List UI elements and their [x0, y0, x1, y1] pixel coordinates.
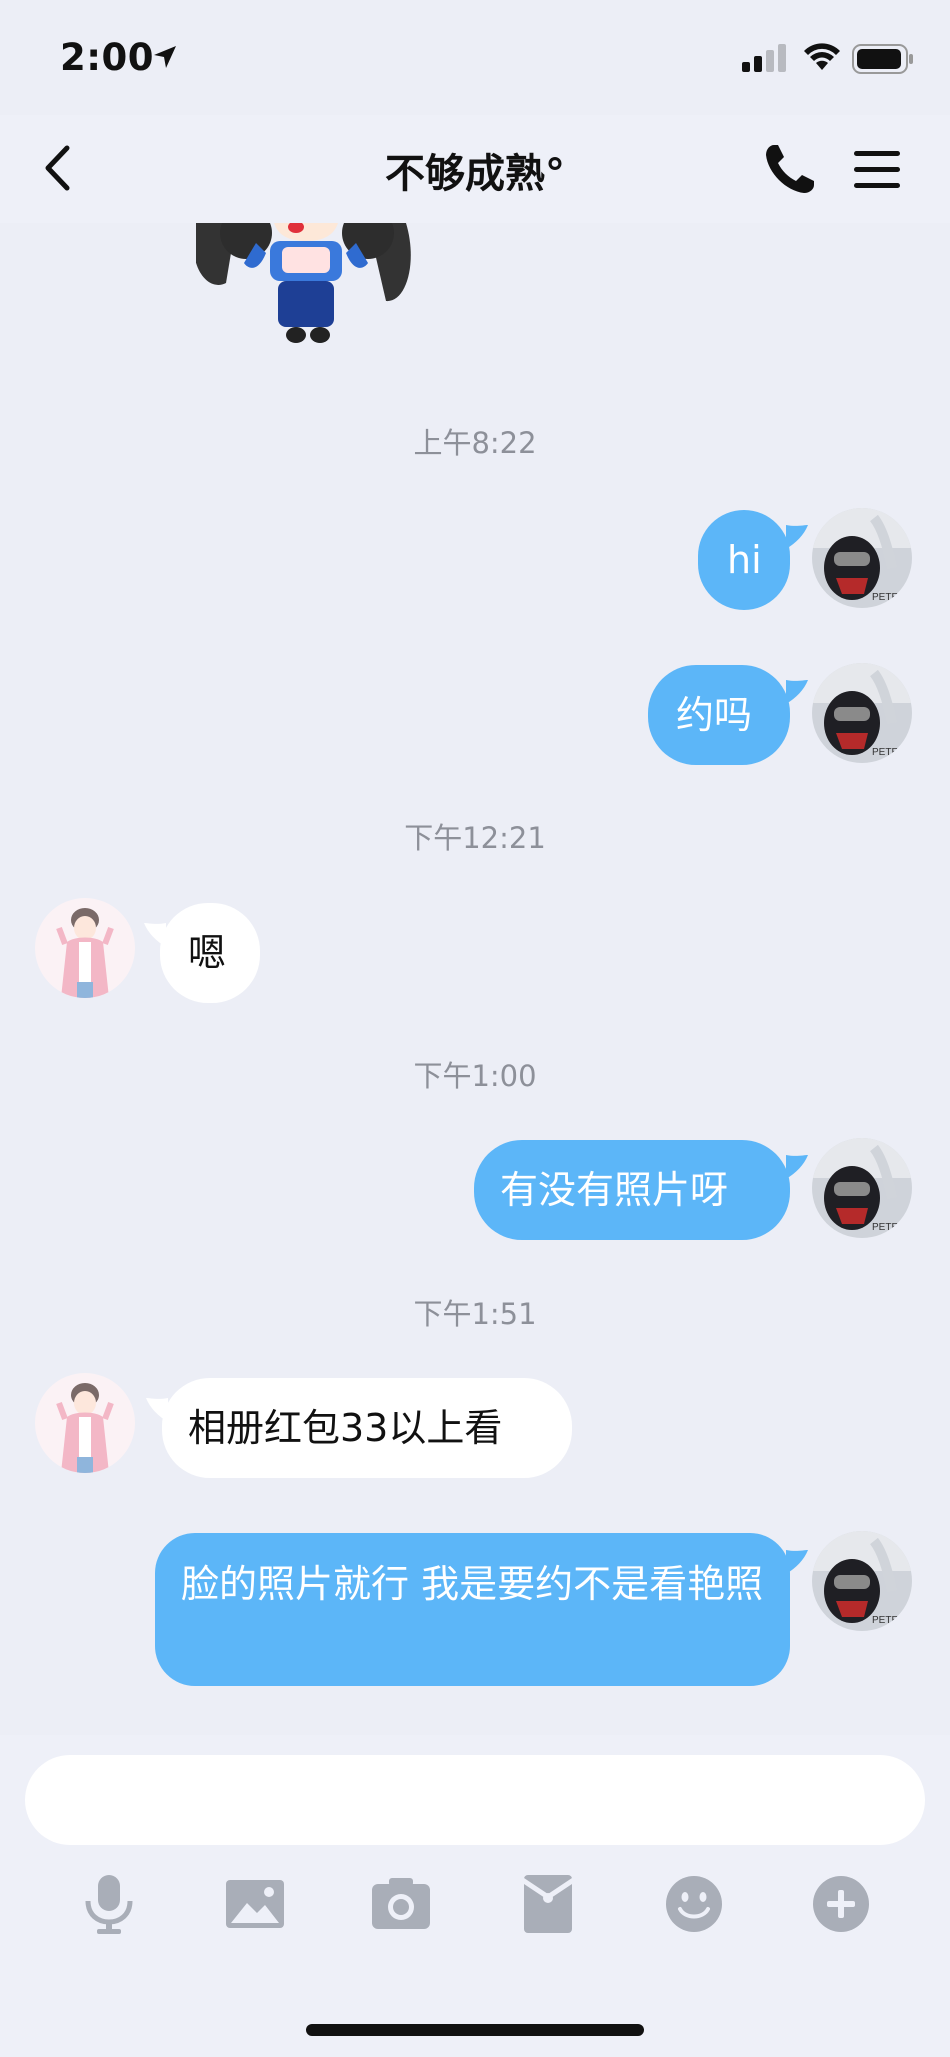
- input-bar: [0, 1735, 950, 2057]
- bubble-tail: [786, 1550, 808, 1574]
- bubble-tail: [786, 680, 808, 704]
- location-arrow-icon: [154, 46, 176, 68]
- incoming-message-bubble[interactable]: 相册红包33以上看: [162, 1378, 572, 1478]
- menu-icon[interactable]: [850, 145, 904, 195]
- voice-button[interactable]: [76, 1871, 142, 1937]
- outgoing-message-bubble[interactable]: 约吗: [648, 665, 790, 765]
- incoming-message-bubble[interactable]: 嗯: [160, 903, 260, 1003]
- chat-area: 上午8:22 hi PETRO 约吗 PETRO 下午12:21 嗯 下午1:0…: [0, 223, 950, 1735]
- status-time: 2:00: [60, 36, 155, 79]
- message-timestamp: 下午1:00: [413, 1059, 537, 1093]
- my-avatar[interactable]: PETRO: [812, 508, 912, 608]
- message-timestamp: 上午8:22: [413, 426, 537, 460]
- plus-button[interactable]: [808, 1871, 874, 1937]
- outgoing-message-bubble[interactable]: 脸的照片就行 我是要约不是看艳照: [155, 1533, 790, 1686]
- svg-text:PETRO: PETRO: [872, 1615, 907, 1626]
- outgoing-message-bubble[interactable]: hi: [698, 510, 790, 610]
- outgoing-message-bubble[interactable]: 有没有照片呀: [474, 1140, 790, 1240]
- my-avatar[interactable]: PETRO: [812, 663, 912, 763]
- bubble-tail: [786, 1155, 808, 1179]
- red-packet-button[interactable]: [515, 1871, 581, 1937]
- wifi-icon: [804, 43, 840, 70]
- message-timestamp: 下午12:21: [404, 821, 546, 855]
- red-packet-icon: [524, 1875, 572, 1933]
- nav-bar: 不够成熟°: [0, 115, 950, 223]
- svg-text:PETRO: PETRO: [872, 592, 907, 603]
- message-timestamp: 下午1:51: [413, 1297, 537, 1331]
- emoji-button[interactable]: [661, 1871, 727, 1937]
- battery-icon: [852, 44, 913, 74]
- emoji-icon: [666, 1876, 722, 1932]
- my-avatar[interactable]: PETRO: [812, 1531, 912, 1631]
- cellular-signal-icon: [742, 44, 786, 72]
- contact-avatar[interactable]: [35, 898, 135, 998]
- home-indicator: [306, 2024, 644, 2036]
- camera-icon: [372, 1878, 430, 1929]
- camera-button[interactable]: [368, 1871, 434, 1937]
- contact-avatar[interactable]: [35, 1373, 135, 1473]
- svg-text:PETRO: PETRO: [872, 1222, 907, 1233]
- plus-icon: [813, 1876, 869, 1932]
- phone-icon[interactable]: [760, 139, 820, 199]
- microphone-icon: [85, 1875, 133, 1934]
- status-bar: 2:00: [0, 0, 950, 115]
- image-icon: [226, 1880, 284, 1928]
- svg-text:PETRO: PETRO: [872, 747, 907, 758]
- image-button[interactable]: [222, 1871, 288, 1937]
- sticker-image[interactable]: [196, 223, 416, 355]
- bubble-tail: [786, 525, 808, 549]
- my-avatar[interactable]: PETRO: [812, 1138, 912, 1238]
- message-input[interactable]: [25, 1755, 925, 1845]
